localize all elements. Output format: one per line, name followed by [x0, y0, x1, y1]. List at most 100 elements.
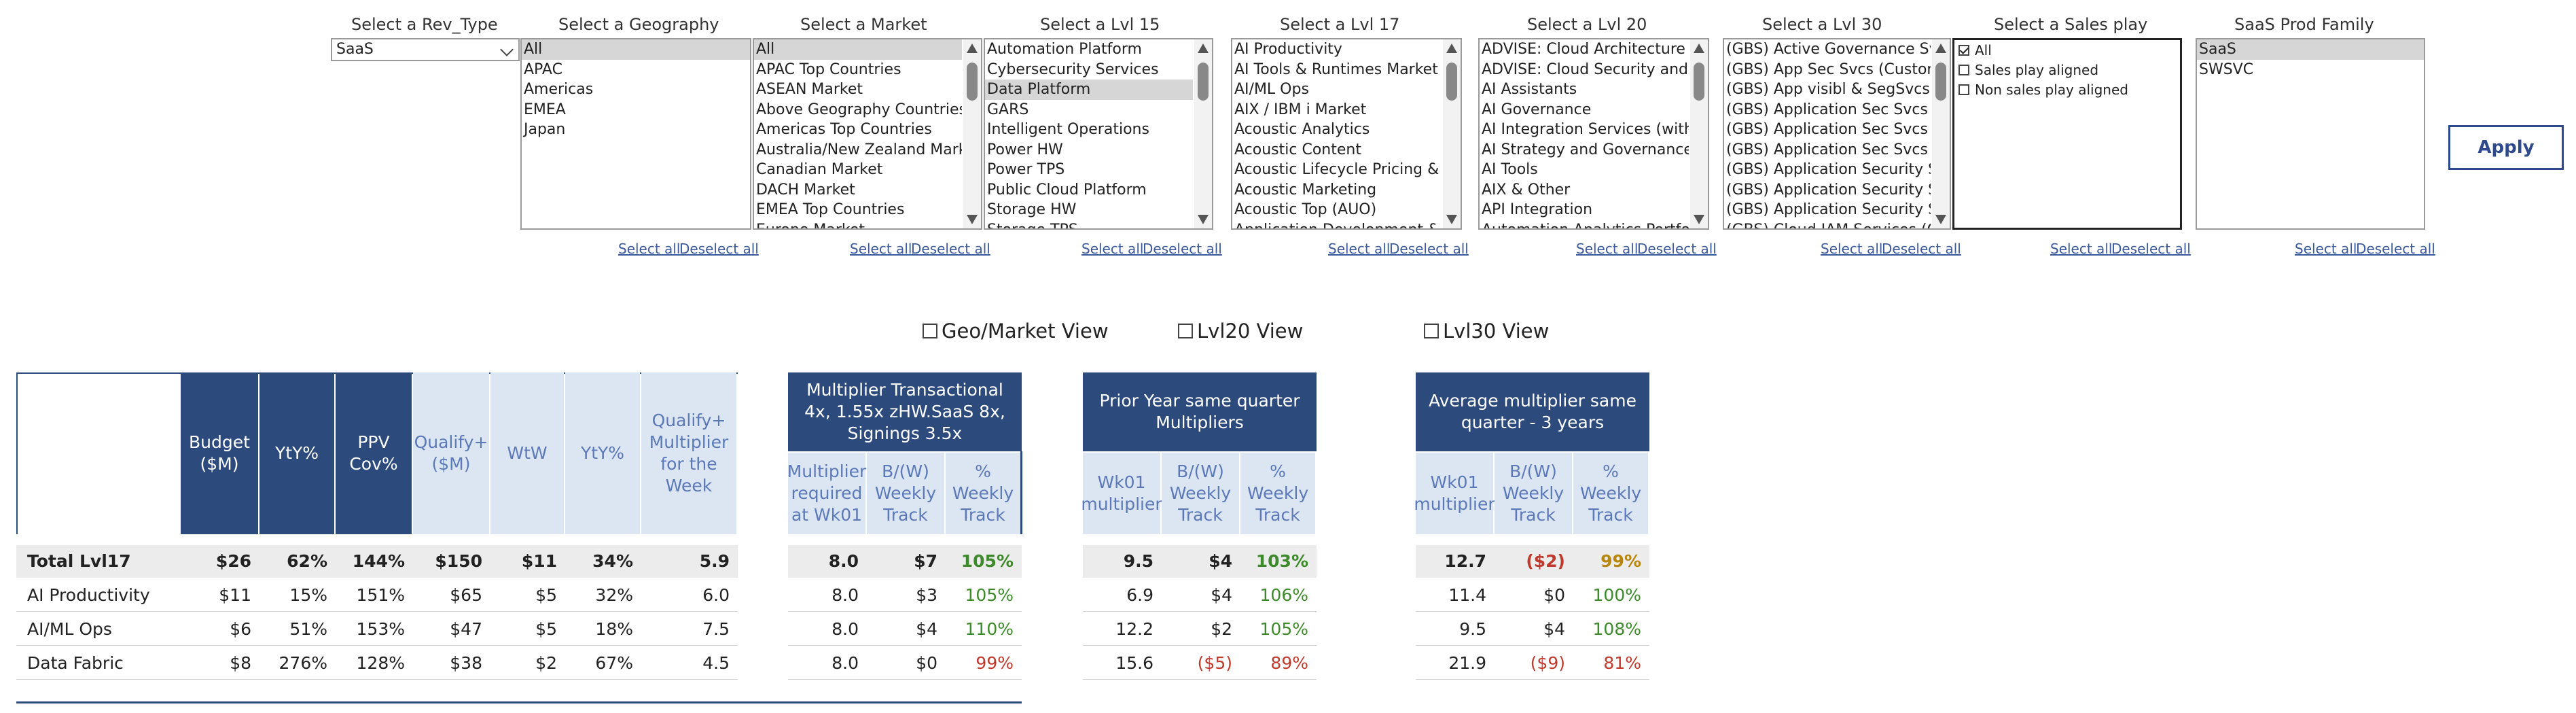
- list-item[interactable]: (GBS) Application Security Sv: [1724, 180, 1931, 201]
- scroll-down-icon[interactable]: [1198, 215, 1209, 224]
- scroll-up-icon[interactable]: [1935, 44, 1946, 53]
- list-item[interactable]: (GBS) App Sec Svcs (Custom: [1724, 60, 1931, 80]
- scroll-up-icon[interactable]: [1694, 44, 1704, 53]
- rev-type-dropdown[interactable]: SaaS: [331, 38, 520, 61]
- checkbox-icon[interactable]: [1958, 84, 1969, 95]
- list-item[interactable]: Automation Analytics Portfoli: [1480, 220, 1689, 229]
- list-item[interactable]: APAC Top Countries: [754, 60, 962, 80]
- list-item[interactable]: (GBS) Application Sec Svcs (C: [1724, 100, 1931, 120]
- list-item[interactable]: All: [522, 39, 750, 60]
- lvl20-select-all-link[interactable]: Select all: [1576, 241, 1638, 257]
- geography-select-all-link[interactable]: Select all: [618, 241, 680, 257]
- list-item[interactable]: SWSVC: [2197, 60, 2424, 80]
- list-item[interactable]: (GBS) Application Sec Svcs (C: [1724, 120, 1931, 140]
- lvl15-select-all-link[interactable]: Select all: [1081, 241, 1143, 257]
- scrollbar[interactable]: [1932, 39, 1950, 228]
- lvl15-deselect-all-link[interactable]: Deselect all: [1143, 241, 1222, 257]
- list-item[interactable]: Acoustic Content: [1232, 140, 1442, 160]
- list-item[interactable]: Americas: [522, 80, 750, 100]
- market-select-all-link[interactable]: Select all: [850, 241, 912, 257]
- checkbox-icon[interactable]: [1178, 324, 1193, 338]
- list-item[interactable]: AI Integration Services (with 3: [1480, 120, 1689, 140]
- scrollbar-thumb[interactable]: [967, 63, 978, 101]
- scrollbar-thumb[interactable]: [1694, 63, 1704, 101]
- list-item[interactable]: Intelligent Operations: [985, 120, 1193, 140]
- list-item[interactable]: ASEAN Market: [754, 80, 962, 100]
- list-item[interactable]: AI Tools & Runtimes Market: [1232, 60, 1442, 80]
- list-item[interactable]: Application Development & ...: [1232, 220, 1442, 229]
- scrollbar[interactable]: [1194, 39, 1212, 228]
- list-item[interactable]: GARS: [985, 100, 1193, 120]
- market-deselect-all-link[interactable]: Deselect all: [911, 241, 990, 257]
- lvl30-deselect-all-link[interactable]: Deselect all: [1882, 241, 1961, 257]
- checkbox-icon[interactable]: [923, 324, 937, 338]
- saas-prod-family-listbox[interactable]: SaaS SWSVC: [2196, 38, 2425, 230]
- list-item[interactable]: Australia/New Zealand Market: [754, 140, 962, 160]
- list-item[interactable]: Acoustic Lifecycle Pricing & Pr: [1232, 160, 1442, 180]
- scrollbar[interactable]: [1690, 39, 1708, 228]
- apply-button[interactable]: Apply: [2448, 125, 2564, 170]
- list-item[interactable]: AI Tools: [1480, 160, 1689, 180]
- sales-play-list[interactable]: All Sales play aligned Non sales play al…: [1952, 38, 2182, 230]
- list-item[interactable]: AIX / IBM i Market: [1232, 100, 1442, 120]
- list-item[interactable]: AI/ML Ops: [1232, 80, 1442, 100]
- sales-play-deselect-all-link[interactable]: Deselect all: [2111, 241, 2191, 257]
- list-item[interactable]: Storage TPS: [985, 220, 1193, 229]
- checkbox-icon[interactable]: [1424, 324, 1439, 338]
- list-item[interactable]: ADVISE: Cloud Architecture D: [1480, 39, 1689, 60]
- saas-prod-family-deselect-all-link[interactable]: Deselect all: [2356, 241, 2435, 257]
- list-item[interactable]: Public Cloud Platform: [985, 180, 1193, 201]
- geography-deselect-all-link[interactable]: Deselect all: [679, 241, 759, 257]
- list-item[interactable]: ADVISE: Cloud Security and C: [1480, 60, 1689, 80]
- list-item[interactable]: (GBS) Application Security Sv: [1724, 200, 1931, 220]
- list-item[interactable]: AI Strategy and Governance: [1480, 140, 1689, 160]
- list-item[interactable]: All: [754, 39, 962, 60]
- list-item[interactable]: APAC: [522, 60, 750, 80]
- list-item[interactable]: Acoustic Marketing: [1232, 180, 1442, 201]
- list-item[interactable]: (GBS) Application Sec Svcs (c: [1724, 140, 1931, 160]
- list-item[interactable]: Acoustic Top (AUO): [1232, 200, 1442, 220]
- lvl17-select-all-link[interactable]: Select all: [1328, 241, 1390, 257]
- lvl30-listbox[interactable]: (GBS) Active Governance Svcs(GBS) App Se…: [1723, 38, 1951, 230]
- sales-play-select-all-link[interactable]: Select all: [2050, 241, 2112, 257]
- list-item[interactable]: SaaS: [2197, 39, 2424, 60]
- list-item[interactable]: Power TPS: [985, 160, 1193, 180]
- scrollbar-thumb[interactable]: [1198, 63, 1209, 101]
- lvl30-select-all-link[interactable]: Select all: [1821, 241, 1882, 257]
- checkbox-icon[interactable]: [1958, 44, 1969, 56]
- sales-play-option-non-aligned[interactable]: Non sales play aligned: [1954, 80, 2180, 99]
- lvl15-listbox[interactable]: Automation Platform Cybersecurity Service…: [984, 38, 1213, 230]
- scroll-up-icon[interactable]: [1446, 44, 1457, 53]
- scroll-up-icon[interactable]: [1198, 44, 1209, 53]
- list-item[interactable]: AIX & Other: [1480, 180, 1689, 201]
- scroll-down-icon[interactable]: [1935, 215, 1946, 224]
- saas-prod-family-select-all-link[interactable]: Select all: [2295, 241, 2357, 257]
- scroll-down-icon[interactable]: [1446, 215, 1457, 224]
- list-item[interactable]: (GBS) App visibl & SegSvcs (: [1724, 80, 1931, 100]
- list-item[interactable]: (GBS) Active Governance Svcs: [1724, 39, 1931, 60]
- list-item[interactable]: Acoustic Analytics: [1232, 120, 1442, 140]
- list-item[interactable]: Canadian Market: [754, 160, 962, 180]
- list-item[interactable]: DACH Market: [754, 180, 962, 201]
- list-item[interactable]: AI Governance: [1480, 100, 1689, 120]
- market-listbox[interactable]: All APAC Top Countries ASEAN Market Above G…: [753, 38, 982, 230]
- lvl17-deselect-all-link[interactable]: Deselect all: [1389, 241, 1469, 257]
- list-item[interactable]: AI Productivity: [1232, 39, 1442, 60]
- list-item[interactable]: Europe Market...: [754, 220, 962, 229]
- geo-market-view-toggle[interactable]: Geo/Market View: [923, 319, 1109, 343]
- list-item[interactable]: Above Geography Countries: [754, 100, 962, 120]
- list-item[interactable]: EMEA Top Countries: [754, 200, 962, 220]
- list-item[interactable]: Power HW: [985, 140, 1193, 160]
- list-item[interactable]: API Integration: [1480, 200, 1689, 220]
- lvl20-view-toggle[interactable]: Lvl20 View: [1178, 319, 1303, 343]
- scroll-down-icon[interactable]: [967, 215, 978, 224]
- scroll-up-icon[interactable]: [967, 44, 978, 53]
- scrollbar[interactable]: [963, 39, 981, 228]
- lvl17-listbox[interactable]: AI Productivity AI Tools & Runtimes Marke…: [1231, 38, 1462, 230]
- sales-play-option-all[interactable]: All: [1954, 40, 2180, 60]
- list-item[interactable]: (GBS) Application Security Sv: [1724, 160, 1931, 180]
- scroll-down-icon[interactable]: [1694, 215, 1704, 224]
- lvl30-view-toggle[interactable]: Lvl30 View: [1424, 319, 1549, 343]
- list-item[interactable]: Automation Platform: [985, 39, 1193, 60]
- chevron-down-icon[interactable]: [500, 43, 514, 56]
